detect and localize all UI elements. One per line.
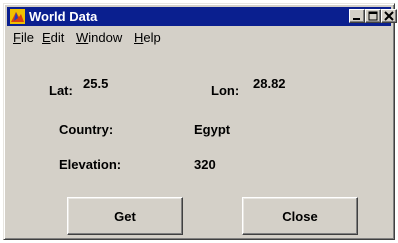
country-label: Country: (59, 122, 114, 137)
lon-label: Lon: (211, 83, 240, 98)
lat-label: Lat: (49, 83, 73, 98)
country-value: Egypt (194, 122, 231, 137)
title-bar[interactable]: World Data (7, 7, 397, 26)
menu-help[interactable]: Help (134, 30, 161, 45)
matlab-logo-icon (10, 9, 25, 24)
lon-value: 28.82 (253, 76, 286, 91)
close-icon (384, 11, 394, 21)
close-button[interactable]: Close (242, 197, 358, 235)
maximize-button[interactable] (365, 9, 381, 23)
menu-edit[interactable]: Edit (42, 30, 64, 45)
menu-window[interactable]: Window (76, 30, 122, 45)
elevation-label: Elevation: (59, 157, 122, 172)
close-window-button[interactable] (381, 9, 397, 23)
lat-value: 25.5 (83, 76, 109, 91)
minimize-icon (353, 18, 360, 20)
world-data-window: World Data File Edit Window Help Lat: 25… (3, 3, 397, 240)
minimize-button[interactable] (349, 9, 365, 23)
elevation-value: 320 (194, 157, 216, 172)
window-title: World Data (29, 9, 98, 24)
menu-file[interactable]: File (13, 30, 34, 45)
maximize-icon (368, 11, 378, 21)
get-button[interactable]: Get (67, 197, 183, 235)
